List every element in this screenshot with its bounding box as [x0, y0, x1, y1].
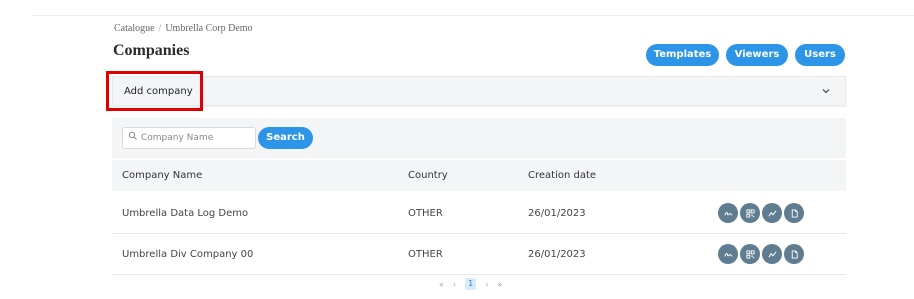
table-header: Company Name Country Creation date: [112, 160, 846, 191]
qr-code-icon[interactable]: [740, 203, 760, 223]
qr-code-icon[interactable]: [740, 244, 760, 264]
highlight-box: [106, 71, 203, 111]
users-button[interactable]: Users: [795, 44, 845, 66]
column-company-name[interactable]: Company Name: [122, 160, 202, 191]
current-page[interactable]: 1: [465, 278, 477, 290]
row-actions: [718, 244, 806, 264]
signature-icon[interactable]: [718, 203, 738, 223]
chevron-down-icon[interactable]: [821, 86, 831, 96]
breadcrumb: Catalogue / Umbrella Corp Demo: [114, 23, 253, 34]
column-country[interactable]: Country: [408, 160, 448, 191]
search-button[interactable]: Search: [258, 127, 313, 149]
search-field: [122, 127, 256, 149]
search-panel: Search: [112, 118, 846, 158]
pagination: « ‹ 1 › »: [439, 278, 511, 290]
templates-button[interactable]: Templates: [646, 44, 719, 66]
add-company-accordion[interactable]: Add company: [106, 71, 846, 111]
row-actions: [718, 203, 806, 223]
search-icon: [128, 131, 137, 140]
chart-icon[interactable]: [762, 244, 782, 264]
signature-icon[interactable]: [718, 244, 738, 264]
creation-date-cell: 26/01/2023: [528, 208, 586, 219]
table-row[interactable]: Umbrella Div Company 00 OTHER 26/01/2023: [112, 234, 846, 275]
top-divider: [32, 15, 914, 16]
page-title: Companies: [113, 42, 190, 59]
country-cell: OTHER: [408, 208, 443, 219]
table-row[interactable]: Umbrella Data Log Demo OTHER 26/01/2023: [112, 193, 846, 234]
country-cell: OTHER: [408, 249, 443, 260]
viewers-button[interactable]: Viewers: [726, 44, 788, 66]
chart-icon[interactable]: [762, 203, 782, 223]
breadcrumb-root[interactable]: Catalogue: [114, 23, 155, 34]
document-icon[interactable]: [784, 244, 804, 264]
first-page-button[interactable]: «: [439, 280, 444, 289]
company-name-cell: Umbrella Div Company 00: [122, 249, 254, 260]
last-page-button[interactable]: »: [497, 280, 502, 289]
column-creation-date[interactable]: Creation date: [528, 160, 596, 191]
breadcrumb-current: Umbrella Corp Demo: [165, 23, 253, 34]
breadcrumb-separator: /: [158, 23, 162, 34]
document-icon[interactable]: [784, 203, 804, 223]
creation-date-cell: 26/01/2023: [528, 249, 586, 260]
prev-page-button[interactable]: ‹: [453, 280, 456, 289]
next-page-button[interactable]: ›: [485, 280, 488, 289]
company-name-cell: Umbrella Data Log Demo: [122, 208, 249, 219]
company-name-input[interactable]: [141, 128, 253, 148]
